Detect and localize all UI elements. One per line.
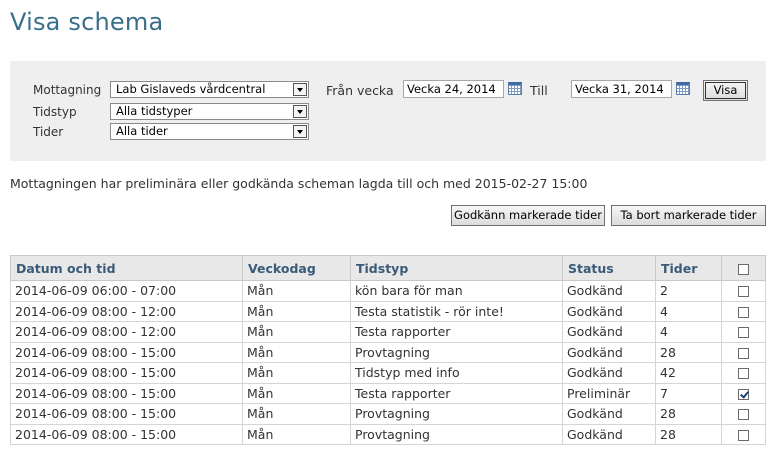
weekday-cell: Mån [242, 382, 351, 404]
select-cell [721, 362, 766, 384]
table-row: 2014-06-09 08:00 - 12:00 Mån Testa rapport… [10, 321, 766, 343]
tidstyp-select-value: Alla tidstyper [116, 104, 193, 118]
mottagning-select[interactable]: Lab Gislaveds vårdcentral [110, 81, 309, 98]
row-checkbox[interactable] [738, 368, 749, 380]
approve-selected-button[interactable]: Godkänn markerade tider [451, 205, 605, 226]
row-checkbox[interactable] [738, 286, 749, 298]
status-cell: Godkänd [562, 423, 656, 445]
weekday-cell: Mån [242, 321, 351, 343]
column-header-select [721, 255, 766, 281]
column-header-type[interactable]: Tidstyp [350, 255, 563, 281]
table-row: 2014-06-09 08:00 - 15:00 Mån Provtagning Go… [10, 423, 766, 445]
weekday-cell: Mån [242, 341, 351, 363]
count-cell: 4 [655, 300, 722, 322]
select-cell [721, 341, 766, 363]
mottagning-label: Mottagning [33, 83, 102, 97]
tider-select[interactable]: Alla tider [110, 123, 309, 140]
count-cell: 28 [655, 423, 722, 445]
status-cell: Godkänd [562, 341, 656, 363]
to-week-label: Till [530, 83, 548, 98]
status-cell: Preliminär [562, 382, 656, 404]
table-row: 2014-06-09 08:00 - 15:00 Mån Tidstyp med i… [10, 362, 766, 384]
type-cell: Provtagning [350, 341, 563, 363]
mottagning-select-value: Lab Gislaveds vårdcentral [116, 82, 266, 96]
table-row: 2014-06-09 08:00 - 15:00 Mån Provtagning Go… [10, 403, 766, 425]
type-cell: Testa statistik - rör inte! [350, 300, 563, 322]
type-cell: Provtagning [350, 403, 563, 425]
column-header-datetime[interactable]: Datum och tid [10, 255, 243, 281]
calendar-icon[interactable] [508, 82, 522, 95]
datetime-cell: 2014-06-09 08:00 - 15:00 [10, 403, 243, 425]
type-cell: Testa rapporter [350, 382, 563, 404]
tider-select-value: Alla tider [116, 124, 168, 138]
row-checkbox[interactable] [738, 388, 749, 400]
datetime-cell: 2014-06-09 08:00 - 12:00 [10, 321, 243, 343]
show-button[interactable]: Visa [703, 80, 748, 101]
datetime-cell: 2014-06-09 08:00 - 15:00 [10, 382, 243, 404]
count-cell: 4 [655, 321, 722, 343]
status-cell: Godkänd [562, 362, 656, 384]
select-cell [721, 382, 766, 404]
table-row: 2014-06-09 08:00 - 15:00 Mån Provtagning Go… [10, 341, 766, 363]
row-checkbox[interactable] [738, 429, 749, 441]
status-cell: Godkänd [562, 403, 656, 425]
select-cell [721, 403, 766, 425]
from-week-input[interactable]: Vecka 24, 2014 [403, 80, 504, 98]
datetime-cell: 2014-06-09 08:00 - 15:00 [10, 423, 243, 445]
tider-label: Tider [33, 125, 64, 139]
row-checkbox[interactable] [738, 327, 749, 339]
datetime-cell: 2014-06-09 08:00 - 15:00 [10, 341, 243, 363]
tidstyp-select[interactable]: Alla tidstyper [110, 103, 309, 120]
select-cell [721, 423, 766, 445]
column-header-weekday[interactable]: Veckodag [242, 255, 351, 281]
chevron-down-icon[interactable] [293, 125, 307, 138]
schedule-table: Datum och tid Veckodag Tidstyp Status Ti… [10, 255, 766, 445]
type-cell: Testa rapporter [350, 321, 563, 343]
delete-selected-button[interactable]: Ta bort markerade tider [611, 205, 766, 226]
to-week-input[interactable]: Vecka 31, 2014 [571, 80, 672, 98]
column-header-status[interactable]: Status [562, 255, 656, 281]
datetime-cell: 2014-06-09 06:00 - 07:00 [10, 280, 243, 302]
weekday-cell: Mån [242, 362, 351, 384]
chevron-down-icon[interactable] [293, 105, 307, 118]
from-week-label: Från vecka [326, 83, 394, 98]
chevron-down-icon[interactable] [293, 83, 307, 96]
count-cell: 28 [655, 403, 722, 425]
count-cell: 42 [655, 362, 722, 384]
type-cell: Provtagning [350, 423, 563, 445]
page-title: Visa schema [10, 8, 164, 36]
row-checkbox[interactable] [738, 347, 749, 359]
table-row: 2014-06-09 08:00 - 12:00 Mån Testa statist… [10, 300, 766, 322]
row-checkbox[interactable] [738, 409, 749, 421]
column-header-count[interactable]: Tider [655, 255, 722, 281]
weekday-cell: Mån [242, 300, 351, 322]
datetime-cell: 2014-06-09 08:00 - 12:00 [10, 300, 243, 322]
type-cell: Tidstyp med info [350, 362, 563, 384]
status-cell: Godkänd [562, 280, 656, 302]
count-cell: 2 [655, 280, 722, 302]
row-checkbox[interactable] [738, 306, 749, 318]
weekday-cell: Mån [242, 280, 351, 302]
calendar-icon[interactable] [676, 82, 690, 95]
status-cell: Godkänd [562, 321, 656, 343]
table-row: 2014-06-09 08:00 - 15:00 Mån Testa rapport… [10, 382, 766, 404]
select-cell [721, 321, 766, 343]
select-cell [721, 280, 766, 302]
schedule-info-text: Mottagningen har preliminära eller godkä… [10, 176, 588, 191]
status-cell: Godkänd [562, 300, 656, 322]
select-cell [721, 300, 766, 322]
count-cell: 7 [655, 382, 722, 404]
select-all-checkbox[interactable] [738, 263, 749, 275]
tidstyp-label: Tidstyp [33, 105, 77, 119]
type-cell: kön bara för man [350, 280, 563, 302]
datetime-cell: 2014-06-09 08:00 - 15:00 [10, 362, 243, 384]
table-row: 2014-06-09 06:00 - 07:00 Mån kön bara för … [10, 280, 766, 302]
count-cell: 28 [655, 341, 722, 363]
weekday-cell: Mån [242, 403, 351, 425]
weekday-cell: Mån [242, 423, 351, 445]
table-header-row: Datum och tid Veckodag Tidstyp Status Ti… [10, 255, 766, 281]
